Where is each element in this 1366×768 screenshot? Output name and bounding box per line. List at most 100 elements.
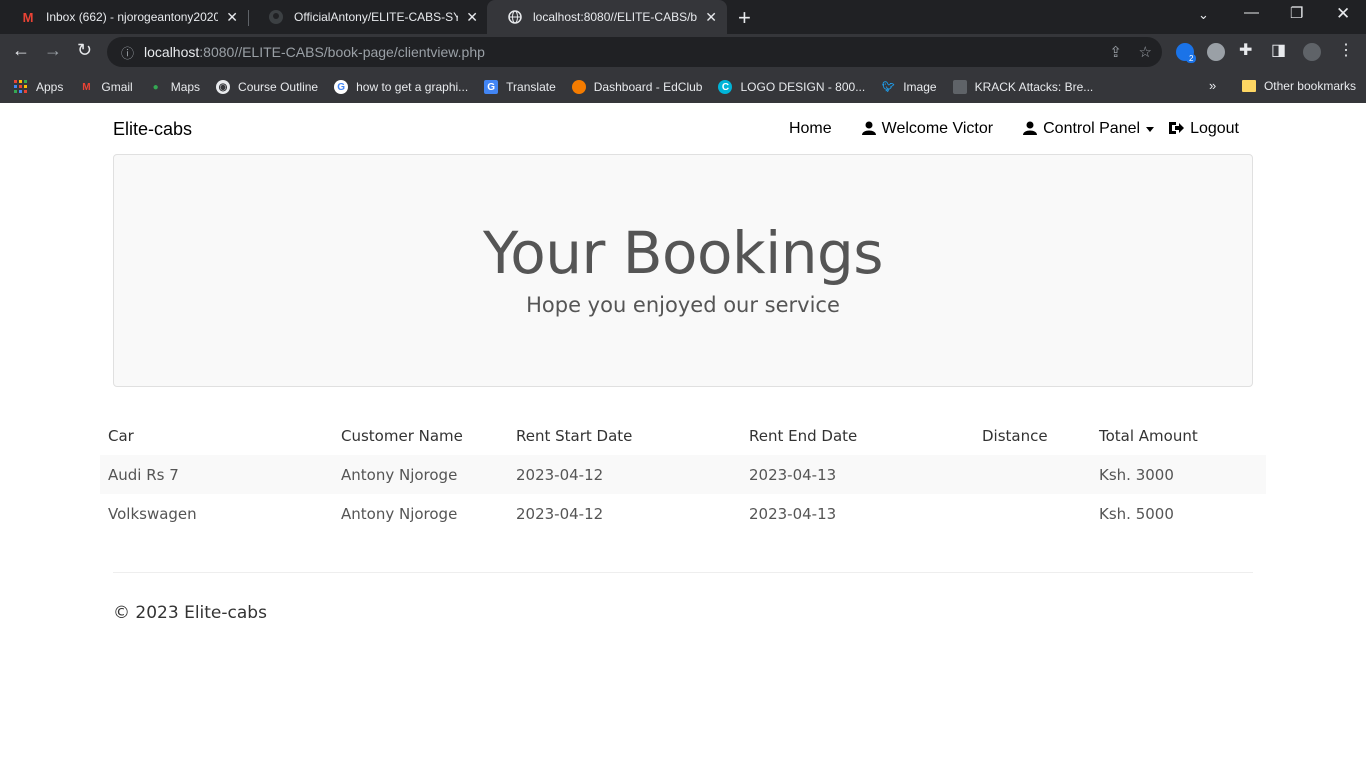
nav-home[interactable]: Home	[789, 120, 832, 138]
user-icon	[1023, 121, 1038, 138]
bookmark-gmail[interactable]: M Gmail	[79, 80, 133, 94]
menu-icon[interactable]: ⋮	[1338, 40, 1354, 60]
bookmark-label: Course Outline	[238, 80, 319, 94]
cell-car: Volkswagen	[108, 504, 197, 523]
profile-avatar[interactable]	[1303, 43, 1321, 61]
nav-welcome-label: Welcome Victor	[881, 120, 994, 137]
nav-welcome[interactable]: Welcome Victor	[861, 120, 994, 138]
bookmark-course-outline[interactable]: ◉ Course Outline	[216, 80, 318, 94]
url-path: :8080//ELITE-CABS/book-page/clientview.p…	[199, 44, 485, 60]
browser-chrome: M Inbox (662) - njorogeantony2020 ✕ Offi…	[0, 0, 1366, 103]
site-navbar: Elite-cabs Home Welcome Victor Control P…	[113, 103, 1253, 155]
cell-total-amount: Ksh. 3000	[1099, 465, 1174, 484]
bookmark-label: Maps	[170, 80, 201, 94]
nav-control-panel[interactable]: Control Panel	[1023, 120, 1155, 138]
ghost-extension-icon[interactable]	[1207, 43, 1225, 61]
tab-gmail[interactable]: M Inbox (662) - njorogeantony2020 ✕	[0, 0, 248, 34]
bookmark-apps[interactable]: Apps	[14, 80, 63, 94]
bookmark-label: Apps	[36, 80, 64, 94]
bookmark-label: how to get a graphi...	[356, 80, 469, 94]
jumbotron: Your Bookings Hope you enjoyed our servi…	[113, 154, 1253, 387]
cell-rent-end-date: 2023-04-13	[749, 504, 837, 523]
close-window-icon[interactable]: ✕	[1336, 4, 1350, 24]
bookmark-krack[interactable]: KRACK Attacks: Bre...	[952, 80, 1094, 94]
bookmark-star-icon[interactable]: ☆	[1139, 43, 1152, 61]
close-tab-icon[interactable]: ✕	[226, 9, 238, 26]
bookmark-image[interactable]: 🐦︎ Image	[881, 80, 937, 94]
brand-logo[interactable]: Elite-cabs	[113, 119, 192, 140]
page-subtitle: Hope you enjoyed our service	[526, 293, 840, 317]
github-icon	[268, 9, 284, 25]
translate-icon: G	[484, 80, 499, 94]
share-icon[interactable]: ⇪	[1109, 43, 1122, 61]
bookmark-translate[interactable]: G Translate	[484, 80, 556, 94]
folder-icon	[1241, 80, 1256, 92]
krack-icon	[952, 80, 967, 94]
other-bookmarks[interactable]: Other bookmarks	[1241, 79, 1356, 93]
bookmark-maps[interactable]: ● Maps	[149, 80, 200, 94]
new-tab-icon[interactable]: +	[738, 5, 751, 31]
tab-title: Inbox (662) - njorogeantony2020	[46, 10, 219, 24]
globe-icon	[507, 9, 523, 25]
tab-search-icon[interactable]: ⌄	[1198, 7, 1209, 23]
logout-icon	[1168, 121, 1185, 138]
back-icon[interactable]: ←	[12, 40, 30, 61]
forward-icon[interactable]: →	[44, 40, 62, 61]
header-car: Car	[108, 427, 134, 445]
footer-copyright: © 2023 Elite-cabs	[113, 603, 267, 623]
close-tab-icon[interactable]: ✕	[466, 9, 478, 26]
side-panel-icon[interactable]: ◨	[1271, 40, 1286, 60]
bookings-table: Car Customer Name Rent Start Date Rent E…	[100, 417, 1266, 533]
table-row: Audi Rs 7 Antony Njoroge 2023-04-12 2023…	[100, 455, 1266, 494]
header-total-amount: Total Amount	[1099, 427, 1198, 445]
tab-strip: M Inbox (662) - njorogeantony2020 ✕ Offi…	[0, 0, 1366, 34]
browser-toolbar: ← → ↻ ⓘ localhost :8080//ELITE-CABS/book…	[0, 34, 1366, 71]
cell-distance	[974, 494, 1091, 533]
tab-github[interactable]: OfficialAntony/ELITE-CABS-SYSTEM ✕	[248, 0, 488, 34]
globe-icon: ◉	[216, 80, 231, 94]
nav-home-label: Home	[788, 120, 832, 137]
bookmark-label: KRACK Attacks: Bre...	[974, 80, 1094, 94]
address-bar[interactable]: ⓘ localhost :8080//ELITE-CABS/book-page/…	[107, 37, 1162, 67]
cell-distance	[974, 455, 1091, 494]
tab-localhost-active[interactable]: localhost:8080//ELITE-CABS/book-page ✕	[487, 0, 727, 34]
nav-logout[interactable]: Logout	[1168, 120, 1239, 138]
cell-car: Audi Rs 7	[108, 465, 179, 484]
bookmark-label: Gmail	[101, 80, 133, 94]
google-icon: G	[334, 80, 349, 94]
bookmark-label: LOGO DESIGN - 800...	[740, 80, 866, 94]
bookmark-edclub[interactable]: Dashboard - EdClub	[571, 80, 702, 94]
apps-icon	[14, 80, 28, 94]
maps-pin-icon: ●	[152, 81, 159, 93]
cell-customer-name: Antony Njoroge	[341, 504, 458, 523]
cell-customer-name: Antony Njoroge	[341, 465, 458, 484]
table-row: Volkswagen Antony Njoroge 2023-04-12 202…	[100, 494, 1266, 533]
bookmark-label: Translate	[506, 80, 556, 94]
tab-title: localhost:8080//ELITE-CABS/book-page	[533, 10, 698, 24]
header-distance: Distance	[982, 427, 1048, 445]
extension-badge: 2	[1186, 54, 1197, 63]
bookmark-google[interactable]: G how to get a graphi...	[334, 80, 468, 94]
cell-total-amount: Ksh. 5000	[1099, 504, 1174, 523]
tab-title: OfficialAntony/ELITE-CABS-SYSTEM	[294, 10, 459, 24]
more-bookmarks-icon[interactable]: »	[1209, 78, 1216, 93]
site-info-icon[interactable]: ⓘ	[121, 43, 134, 62]
nav-links: Home Welcome Victor Control Panel Logout	[759, 120, 1239, 138]
minimize-icon[interactable]: —	[1244, 4, 1259, 21]
puzzle-icon[interactable]: ✚	[1239, 40, 1252, 60]
canva-icon: C	[718, 80, 733, 94]
restore-icon[interactable]: ❐	[1290, 4, 1303, 22]
reload-icon[interactable]: ↻	[77, 40, 92, 61]
user-icon	[861, 121, 876, 138]
nav-logout-label: Logout	[1190, 120, 1239, 137]
bookmark-logo-design[interactable]: C LOGO DESIGN - 800...	[718, 80, 865, 94]
cell-rent-end-date: 2023-04-13	[749, 465, 837, 484]
nav-control-panel-label: Control Panel	[1043, 120, 1141, 137]
caret-down-icon	[1146, 126, 1155, 132]
header-customer-name: Customer Name	[341, 427, 463, 445]
bookmarks-bar: Apps M Gmail ● Maps ◉ Course Outline G h…	[0, 71, 1366, 103]
close-tab-icon[interactable]: ✕	[705, 9, 717, 26]
bookmark-label: Image	[903, 80, 937, 94]
table-header-row: Car Customer Name Rent Start Date Rent E…	[100, 417, 1266, 455]
footer-divider	[113, 572, 1253, 573]
